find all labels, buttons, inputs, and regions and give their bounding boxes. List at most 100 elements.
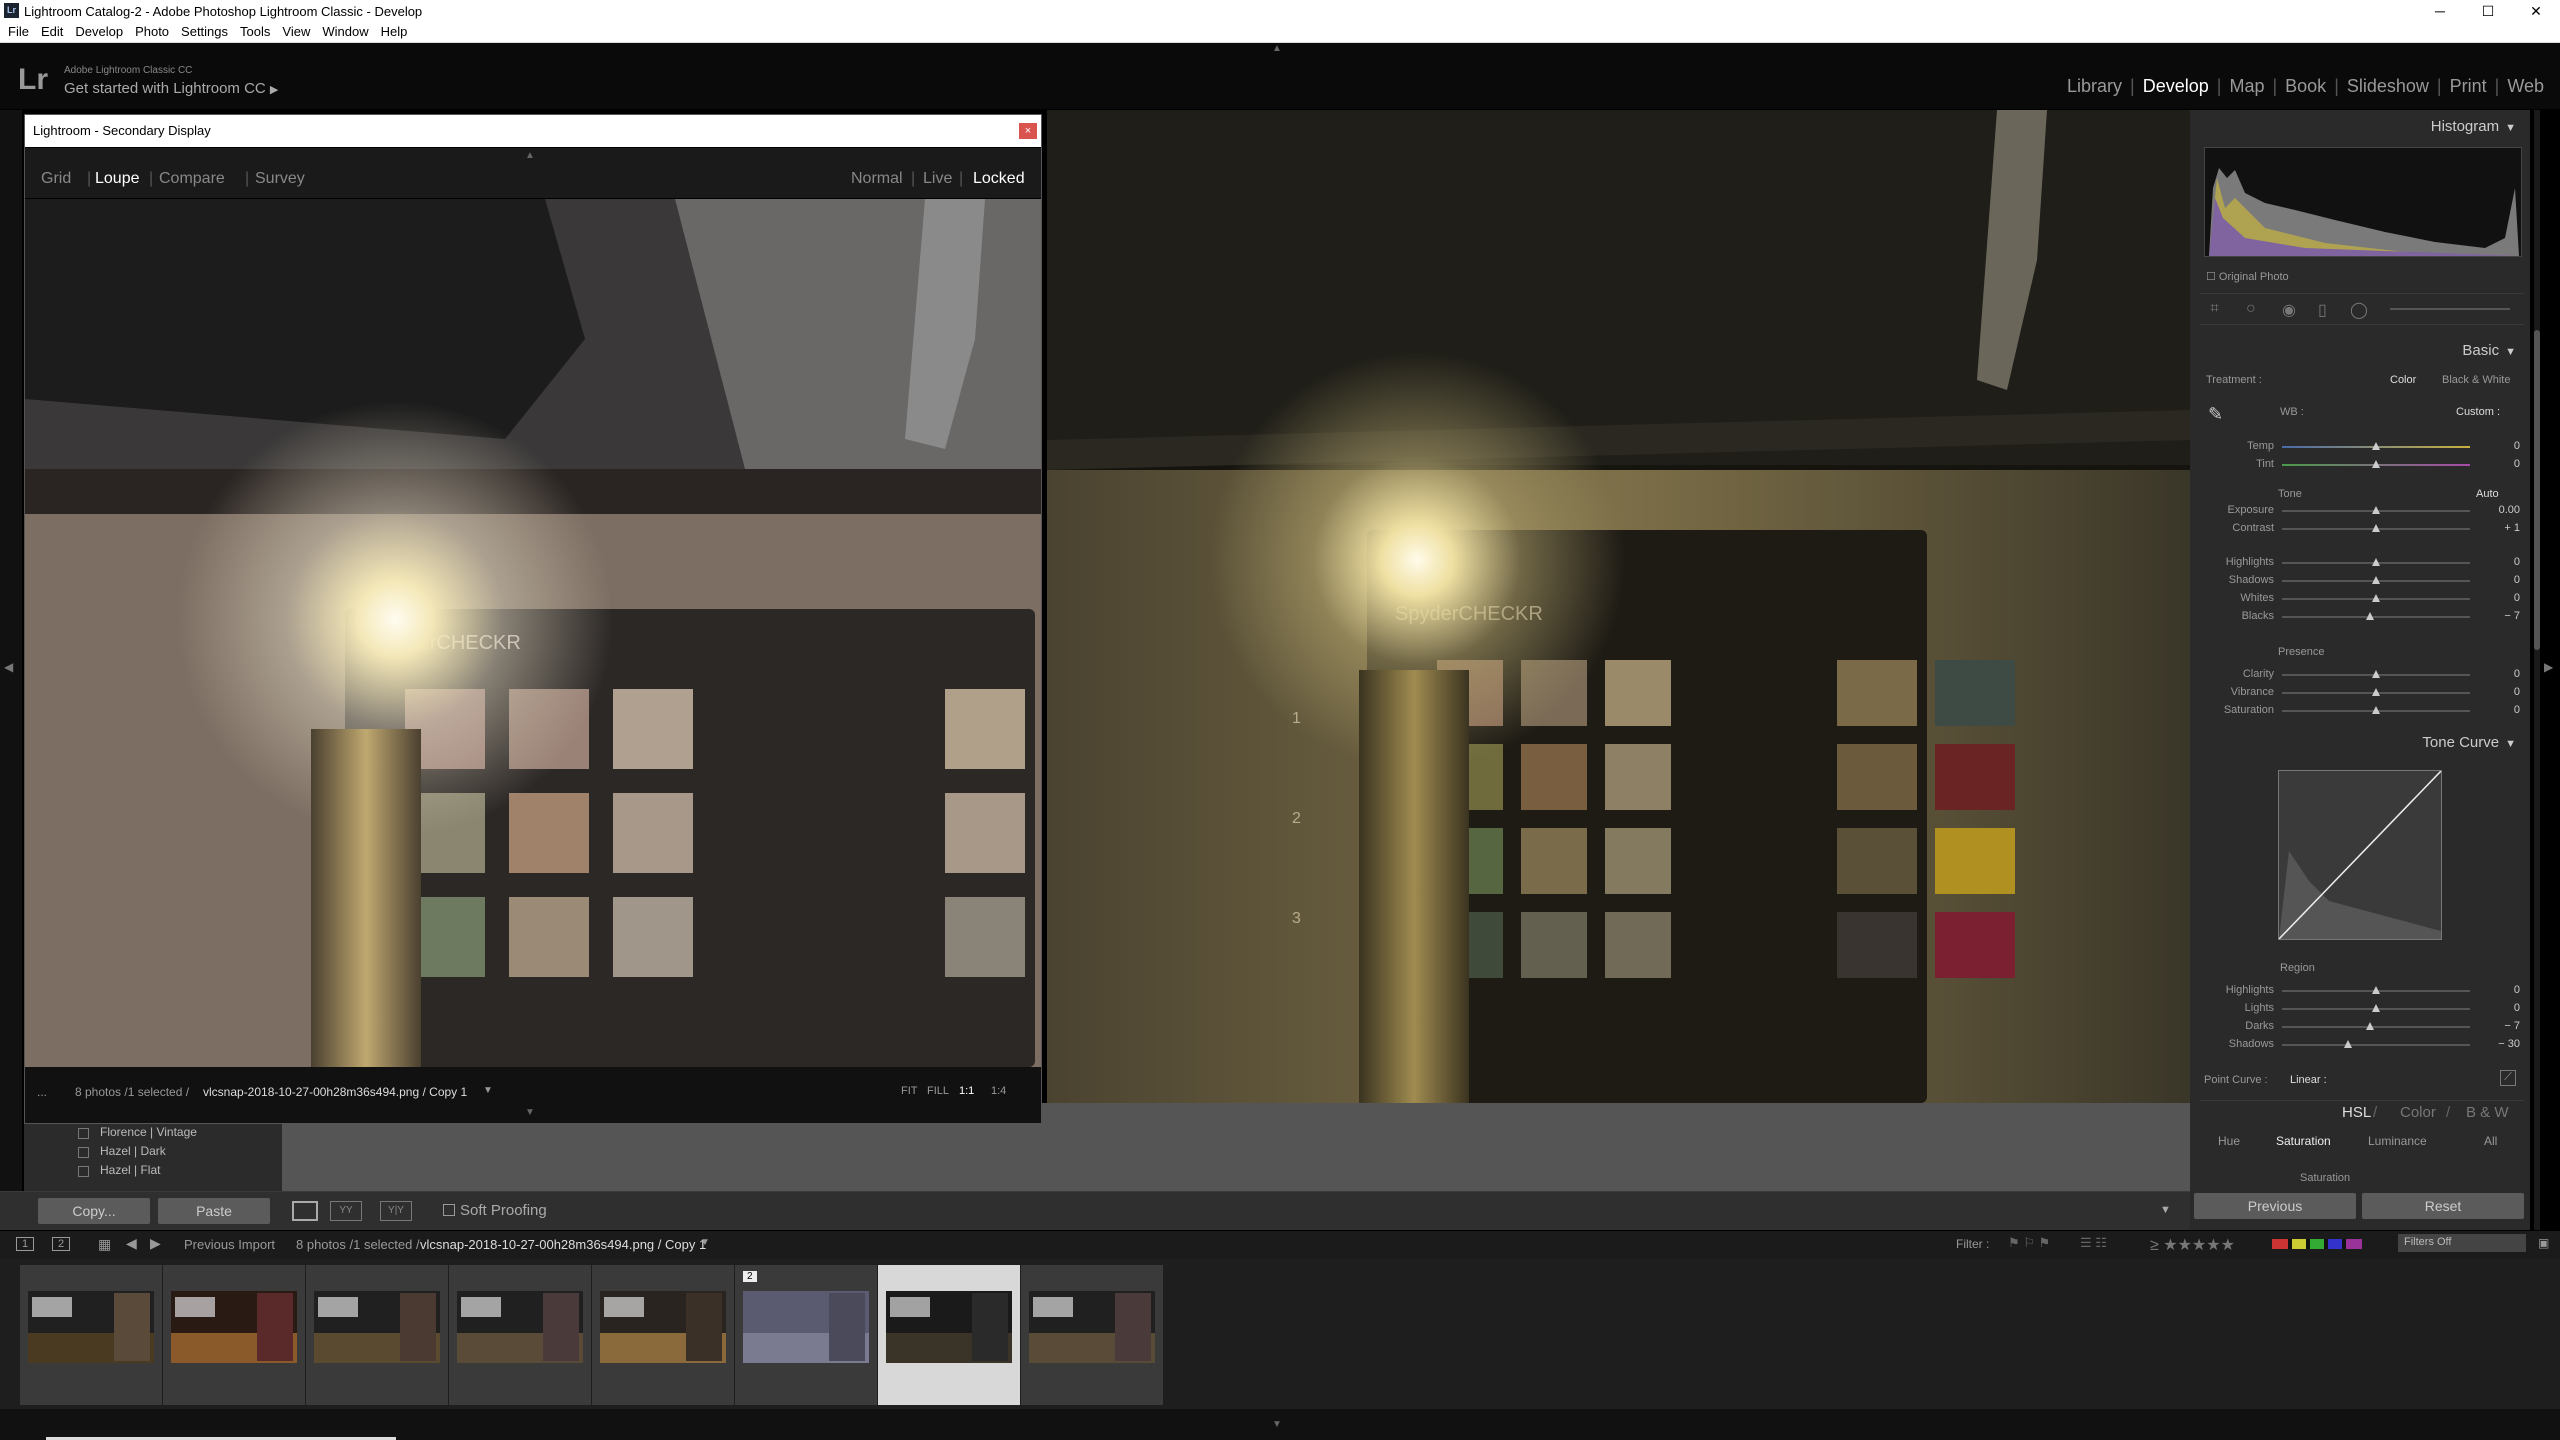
- wb-eyedropper-icon[interactable]: ✎: [2208, 404, 2223, 425]
- original-photo-checkbox[interactable]: ☐ Original Photo: [2206, 270, 2289, 283]
- view-grid[interactable]: Grid: [41, 170, 71, 188]
- more-dots[interactable]: ...: [37, 1085, 47, 1099]
- copy-settings-button[interactable]: Copy...: [38, 1198, 150, 1224]
- filters-off-select[interactable]: Filters Off: [2398, 1234, 2526, 1252]
- slider-value[interactable]: 0.00: [2480, 504, 2520, 516]
- view-compare[interactable]: Compare: [159, 170, 225, 188]
- secondary-close-button[interactable]: ×: [1019, 123, 1037, 139]
- menu-photo[interactable]: Photo: [135, 22, 169, 42]
- treatment-bw[interactable]: Black & White: [2442, 374, 2510, 386]
- menu-file[interactable]: File: [8, 22, 29, 42]
- forward-arrow-icon[interactable]: ▶: [150, 1235, 161, 1252]
- previous-button[interactable]: Previous: [2194, 1193, 2356, 1219]
- slider-knob[interactable]: [2372, 558, 2380, 566]
- menu-tools[interactable]: Tools: [240, 22, 270, 42]
- main-window-button[interactable]: 1: [16, 1237, 35, 1251]
- slider-tone2-2[interactable]: Whites 0: [2240, 592, 2520, 606]
- slider-knob[interactable]: [2372, 1004, 2380, 1012]
- star-rating-filter[interactable]: ≥ ★★★★★: [2150, 1235, 2235, 1255]
- slider-knob[interactable]: [2343, 1040, 2352, 1048]
- module-library[interactable]: Library: [2059, 76, 2130, 97]
- slider-value[interactable]: − 30: [2480, 1038, 2520, 1050]
- minimize-button[interactable]: ─: [2416, 0, 2464, 22]
- slider-track[interactable]: [2282, 1026, 2470, 1028]
- mode-normal[interactable]: Normal: [851, 170, 903, 188]
- slider-value[interactable]: 0: [2480, 592, 2520, 604]
- slider-presence-0[interactable]: Clarity 0: [2243, 668, 2520, 682]
- menu-view[interactable]: View: [282, 22, 310, 42]
- slider-region-1[interactable]: Lights 0: [2245, 1002, 2520, 1016]
- view-loupe[interactable]: Loupe: [95, 170, 140, 188]
- slider-value[interactable]: 0: [2480, 556, 2520, 568]
- slider-tone-1[interactable]: Contrast + 1: [2232, 522, 2520, 536]
- slider-track[interactable]: [2282, 616, 2470, 618]
- point-curve-select[interactable]: Linear :: [2290, 1074, 2327, 1086]
- paste-settings-button[interactable]: Paste: [158, 1198, 270, 1224]
- mode-live[interactable]: Live: [923, 170, 952, 188]
- auto-tone-button[interactable]: Auto: [2476, 488, 2499, 500]
- preset-item[interactable]: Hazel | Flat: [32, 1161, 274, 1180]
- slider-knob[interactable]: [2372, 670, 2380, 678]
- preset-item[interactable]: Florence | Vintage: [32, 1123, 274, 1142]
- maximize-button[interactable]: ☐: [2464, 0, 2512, 22]
- tab-hsl[interactable]: HSL: [2342, 1104, 2371, 1121]
- slider-tone-0[interactable]: Exposure 0.00: [2228, 504, 2520, 518]
- secondary-filename[interactable]: vlcsnap-2018-10-27-00h28m36s494.png / Co…: [203, 1085, 467, 1099]
- slider-region-2[interactable]: Darks − 7: [2245, 1020, 2520, 1034]
- sort-filter-icon[interactable]: ☰ ☷: [2080, 1235, 2107, 1251]
- slider-value[interactable]: − 7: [2480, 1020, 2520, 1032]
- spot-removal-icon[interactable]: ○: [2246, 300, 2256, 318]
- before-after-swap-icon[interactable]: Y|Y: [380, 1201, 412, 1221]
- slider-knob[interactable]: [2372, 594, 2380, 602]
- slider-presence-2[interactable]: Saturation 0: [2224, 704, 2520, 718]
- slider-track[interactable]: [2282, 1044, 2470, 1046]
- module-print[interactable]: Print: [2442, 76, 2495, 97]
- close-button[interactable]: ✕: [2512, 0, 2560, 22]
- grid-icon[interactable]: ▦: [98, 1236, 111, 1253]
- zoom-1-4[interactable]: 1:4: [991, 1085, 1006, 1097]
- slider-knob[interactable]: [2372, 442, 2380, 450]
- slider-tone2-3[interactable]: Blacks − 7: [2242, 610, 2520, 624]
- hsl-saturation[interactable]: Saturation: [2276, 1134, 2331, 1148]
- histogram-header[interactable]: Histogram ▼: [2431, 118, 2516, 135]
- histogram[interactable]: [2204, 147, 2522, 257]
- menu-edit[interactable]: Edit: [41, 22, 63, 42]
- slider-value[interactable]: 0: [2480, 704, 2520, 716]
- tone-curve-graph[interactable]: [2278, 770, 2442, 940]
- menu-settings[interactable]: Settings: [181, 22, 228, 42]
- secondary-title-bar[interactable]: Lightroom - Secondary Display ×: [25, 115, 1041, 147]
- slider-tone2-0[interactable]: Highlights 0: [2226, 556, 2520, 570]
- soft-proofing-checkbox[interactable]: [443, 1204, 455, 1216]
- slider-value[interactable]: 0: [2480, 440, 2520, 452]
- module-develop[interactable]: Develop: [2135, 76, 2217, 97]
- collapse-bottom-icon[interactable]: ▼: [1272, 1419, 1282, 1430]
- main-photo[interactable]: SpyderCHECKR 1 2 3: [1047, 110, 2190, 1103]
- module-slideshow[interactable]: Slideshow: [2339, 76, 2437, 97]
- tone-curve-header[interactable]: Tone Curve ▼: [2422, 734, 2516, 751]
- flag-filter-icon[interactable]: ⚑ ⚐ ⚑: [2008, 1235, 2050, 1251]
- treatment-color[interactable]: Color: [2390, 374, 2416, 386]
- reset-button[interactable]: Reset: [2362, 1193, 2524, 1219]
- red-eye-icon[interactable]: ◉: [2282, 300, 2296, 320]
- slider-value[interactable]: 0: [2480, 984, 2520, 996]
- slider-knob[interactable]: [2372, 506, 2380, 514]
- slider-tone2-1[interactable]: Shadows 0: [2229, 574, 2520, 588]
- collapse-top-icon[interactable]: ▲: [1272, 43, 1282, 54]
- get-started-link[interactable]: Get started with Lightroom CC ▶: [64, 80, 278, 97]
- hsl-hue[interactable]: Hue: [2218, 1134, 2240, 1148]
- slider-wb-1[interactable]: Tint 0: [2256, 458, 2520, 472]
- secondary-photo[interactable]: SpyderCHECKR: [25, 199, 1041, 1067]
- secondary-window-button[interactable]: 2: [52, 1237, 71, 1251]
- filmstrip-thumb-selected[interactable]: [878, 1265, 1020, 1405]
- filmstrip-thumb[interactable]: [20, 1265, 162, 1405]
- filename-dropdown-icon[interactable]: ▼: [700, 1237, 710, 1248]
- slider-region-0[interactable]: Highlights 0: [2226, 984, 2520, 998]
- filmstrip-thumb[interactable]: [449, 1265, 591, 1405]
- slider-knob[interactable]: [2372, 524, 2380, 532]
- hsl-luminance[interactable]: Luminance: [2368, 1134, 2427, 1148]
- point-curve-edit-icon[interactable]: ⟋: [2500, 1070, 2516, 1086]
- filmstrip-thumb[interactable]: [592, 1265, 734, 1405]
- view-survey[interactable]: Survey: [255, 170, 305, 188]
- filename-dropdown-icon[interactable]: ▼: [483, 1085, 493, 1096]
- filmstrip-filename[interactable]: vlcsnap-2018-10-27-00h28m36s494.png / Co…: [420, 1237, 706, 1252]
